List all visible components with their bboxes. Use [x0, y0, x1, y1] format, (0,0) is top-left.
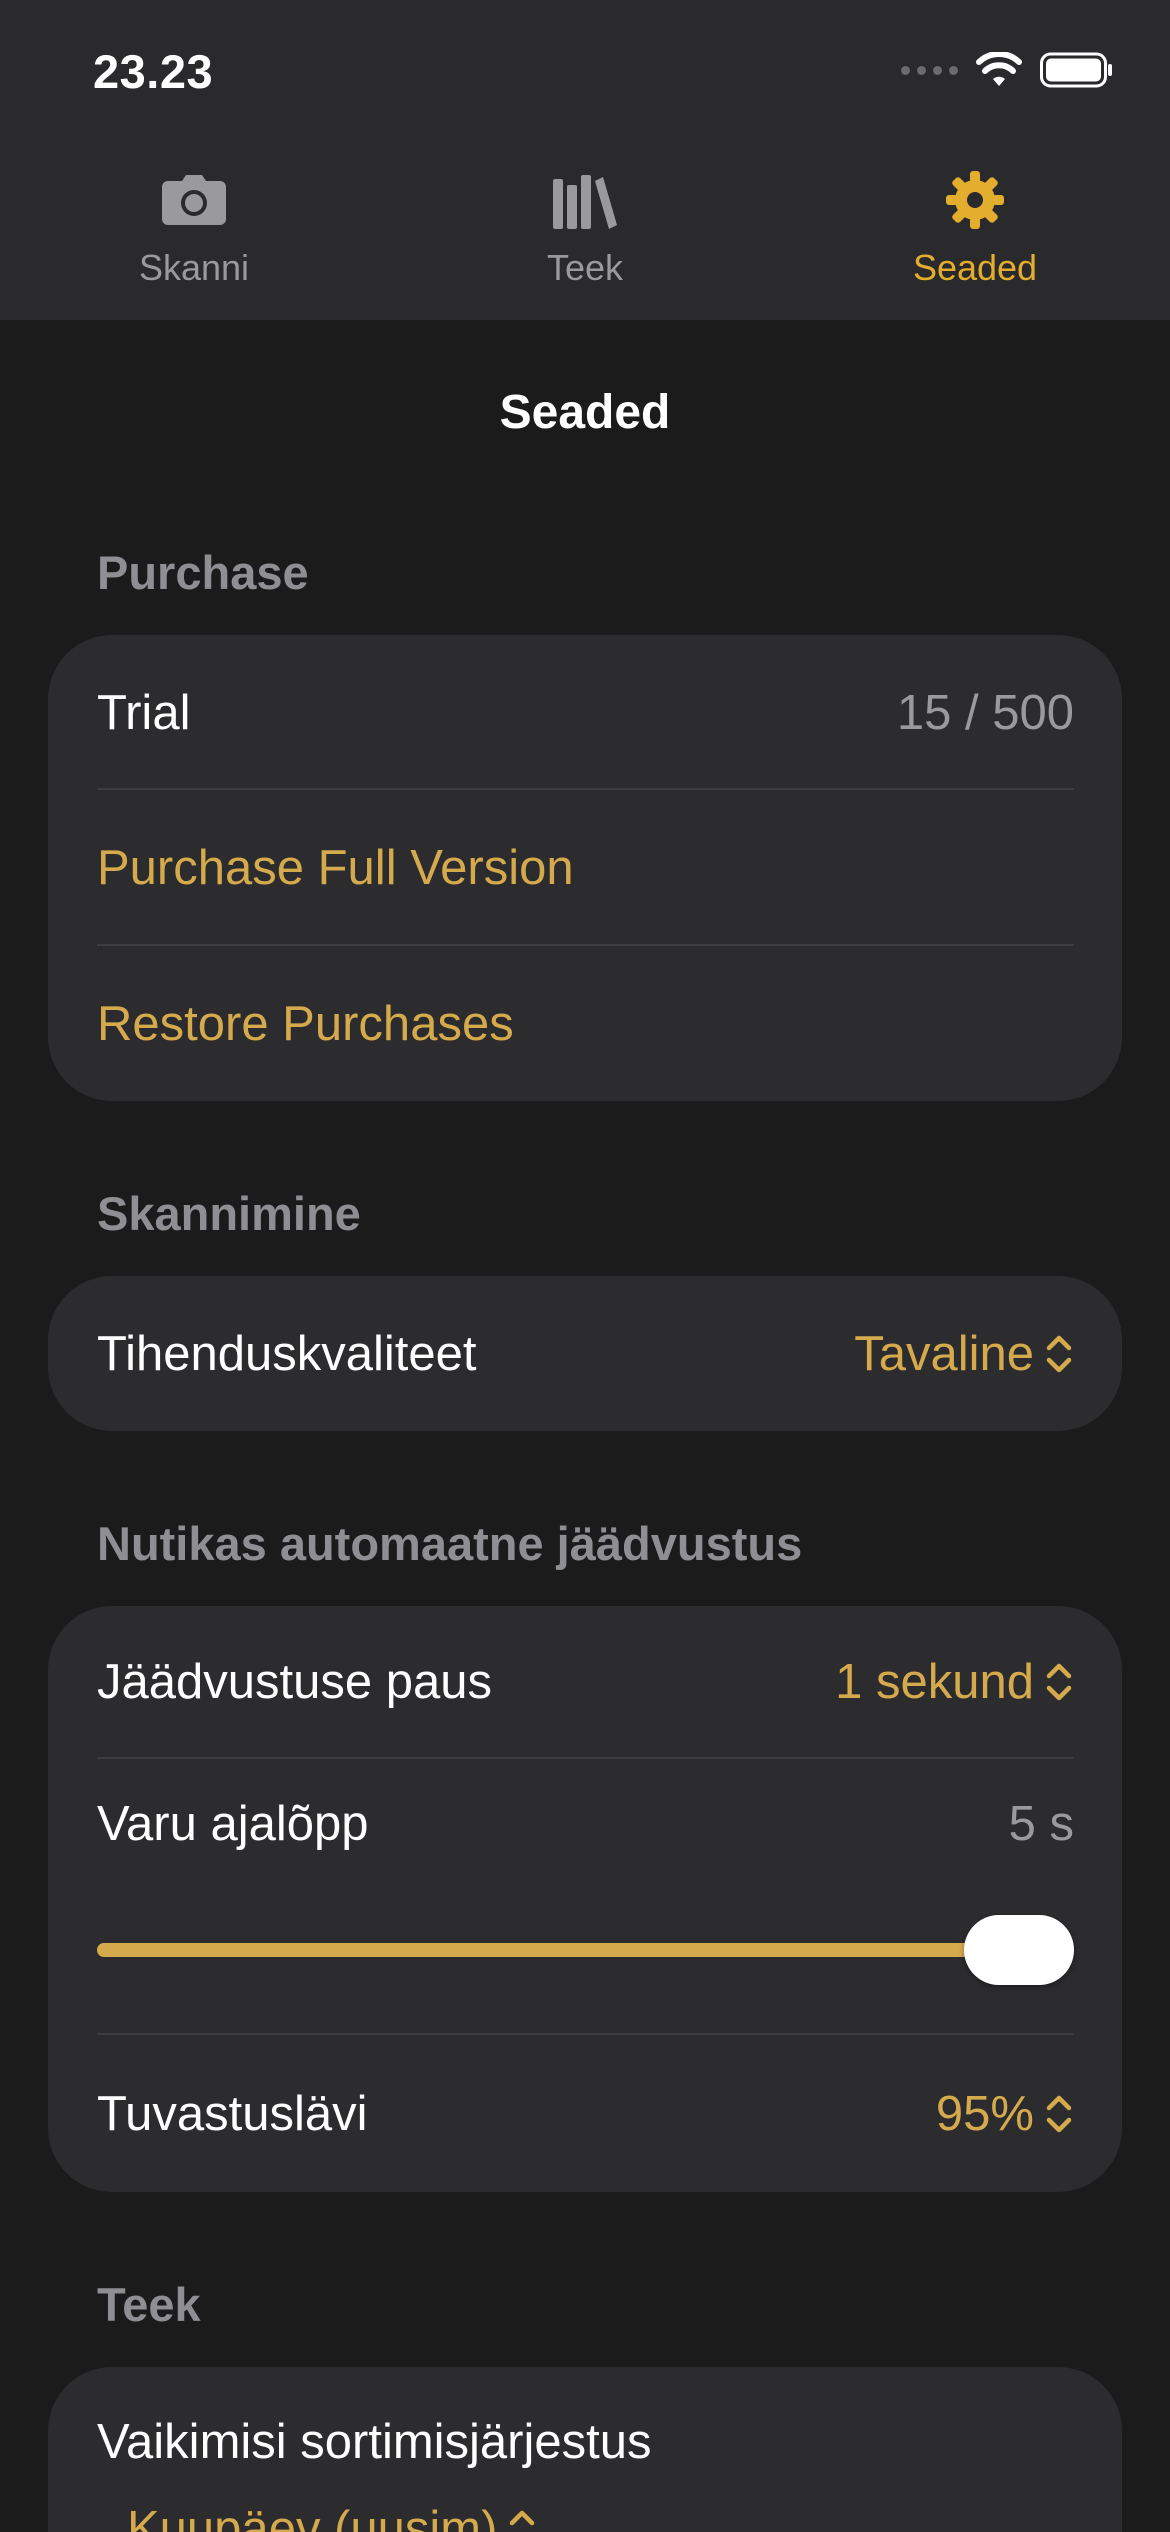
default-sort-label: Vaikimisi sortimisjärjestus — [97, 2415, 652, 2469]
detection-threshold-row: Tuvastuslävi 95% — [48, 2035, 1122, 2192]
status-indicators — [901, 52, 1114, 88]
default-sort-value: Kuupäev (uusim) — [127, 2502, 498, 2532]
detection-threshold-value: 95% — [935, 2086, 1034, 2141]
backup-timeout-value: 5 s — [1008, 1797, 1074, 1851]
wifi-icon — [976, 52, 1022, 86]
purchase-full-version-button[interactable]: Purchase Full Version — [48, 790, 1122, 945]
library-card: Vaikimisi sortimisjärjestus Kuupäev (uus… — [48, 2367, 1122, 2532]
restore-purchases-label: Restore Purchases — [97, 996, 514, 1051]
backup-timeout-row: Varu ajalõpp 5 s — [48, 1759, 1122, 1889]
tab-library-label: Teek — [546, 247, 624, 288]
default-sort-picker[interactable]: Kuupäev (uusim) — [127, 2501, 537, 2532]
capture-pause-label: Jäädvustuse paus — [97, 1655, 492, 1709]
compression-quality-row: Tihenduskvaliteet Tavaline — [48, 1276, 1122, 1431]
backup-timeout-slider[interactable] — [97, 1910, 1074, 1990]
section-header-auto-capture: Nutikas automaatne jäädvustus — [97, 1517, 803, 1570]
detection-threshold-label: Tuvastuslävi — [97, 2086, 368, 2141]
camera-icon — [162, 175, 226, 225]
slider-thumb[interactable] — [964, 1915, 1074, 1985]
capture-pause-picker[interactable]: 1 sekund — [835, 1654, 1074, 1710]
chevron-up-down-icon — [1046, 1663, 1072, 1701]
top-bar: 23.23 Skanni Teek Seaded — [0, 0, 1170, 320]
trial-row: Trial 15 / 500 — [48, 635, 1122, 790]
scanning-card: Tihenduskvaliteet Tavaline — [48, 1276, 1122, 1431]
library-icon — [553, 175, 617, 229]
tab-library[interactable]: Teek — [455, 165, 715, 305]
detection-threshold-picker[interactable]: 95% — [936, 2086, 1074, 2142]
page-title: Seaded — [499, 386, 671, 439]
backup-timeout-label: Varu ajalõpp — [97, 1797, 369, 1851]
chevron-up-down-icon — [510, 2510, 535, 2526]
battery-icon — [1040, 52, 1112, 88]
tab-scan[interactable]: Skanni — [64, 165, 324, 305]
auto-capture-card: Jäädvustuse paus 1 sekund Varu ajalõpp 5… — [48, 1606, 1122, 2192]
settings-screen: 23.23 Skanni Teek Seaded Seaded Purchase… — [0, 0, 1170, 2532]
capture-pause-row: Jäädvustuse paus 1 sekund — [48, 1606, 1122, 1758]
tab-settings[interactable]: Seaded — [845, 165, 1105, 305]
section-header-scanning: Skannimine — [97, 1187, 361, 1240]
tab-scan-label: Skanni — [138, 247, 250, 288]
purchase-full-version-label: Purchase Full Version — [97, 840, 574, 895]
tab-settings-label: Seaded — [912, 247, 1038, 288]
capture-pause-value: 1 sekund — [835, 1655, 1034, 1709]
section-header-library: Teek — [97, 2278, 201, 2331]
compression-quality-label: Tihenduskvaliteet — [97, 1326, 477, 1381]
compression-quality-picker[interactable]: Tavaline — [854, 1326, 1074, 1382]
default-sort-picker-row: Kuupäev (uusim) — [48, 2484, 1122, 2532]
cellular-signal-icon — [901, 65, 958, 75]
trial-count: 15 / 500 — [896, 685, 1074, 740]
purchase-card: Trial 15 / 500 Purchase Full Version Res… — [48, 635, 1122, 1101]
slider-fill — [97, 1943, 1019, 1957]
trial-label: Trial — [97, 685, 191, 740]
gear-icon — [946, 171, 1004, 229]
restore-purchases-button[interactable]: Restore Purchases — [48, 946, 1122, 1101]
compression-quality-value: Tavaline — [854, 1326, 1034, 1381]
tab-bar: Skanni Teek Seaded — [0, 165, 1170, 305]
section-header-purchase: Purchase — [97, 546, 309, 599]
status-time: 23.23 — [93, 45, 214, 98]
chevron-up-down-icon — [1046, 1335, 1072, 1372]
chevron-up-down-icon — [1046, 2095, 1072, 2132]
